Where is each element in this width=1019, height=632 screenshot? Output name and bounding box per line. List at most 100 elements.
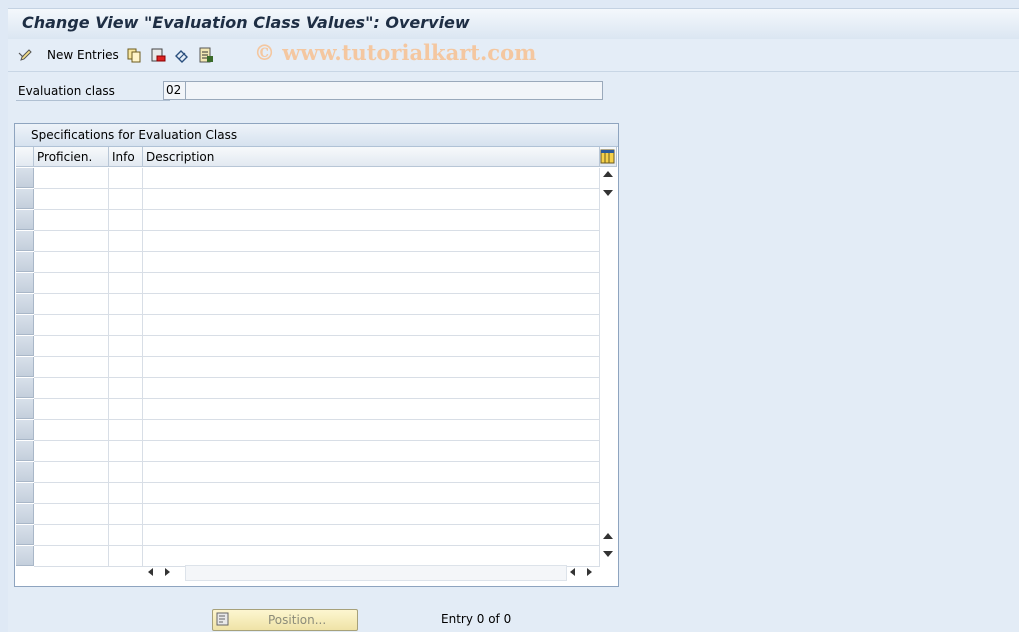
table-group-title: Specifications for Evaluation Class: [31, 128, 238, 142]
table-cell: [143, 168, 600, 189]
specifications-table-group: Specifications for Evaluation Class Prof…: [14, 123, 619, 587]
column-header-info[interactable]: Info: [109, 147, 143, 167]
scroll-down-icon[interactable]: [603, 190, 613, 196]
row-selector[interactable]: [16, 441, 34, 461]
position-icon: [216, 612, 229, 626]
select-all-rows-button[interactable]: [16, 147, 34, 167]
entry-count-status: Entry 0 of 0: [441, 612, 512, 626]
evaluation-class-label: Evaluation class: [18, 84, 115, 98]
row-selector[interactable]: [16, 315, 34, 335]
table-cell: [143, 462, 600, 483]
row-selector[interactable]: [16, 252, 34, 272]
row-selector[interactable]: [16, 294, 34, 314]
scroll-right-end-icon[interactable]: [587, 568, 592, 576]
table-cell: [34, 294, 109, 315]
table-cell: [143, 357, 600, 378]
undo-icon[interactable]: [174, 47, 190, 63]
table-cell: [109, 252, 143, 273]
row-selector[interactable]: [16, 546, 34, 566]
table-cell: [109, 420, 143, 441]
table-cell: [34, 546, 109, 567]
watermark: © www.tutorialkart.com: [254, 40, 537, 65]
row-selector[interactable]: [16, 336, 34, 356]
row-selector[interactable]: [16, 525, 34, 545]
table-cell: [34, 189, 109, 210]
vertical-scrollbar[interactable]: [600, 168, 616, 563]
table-cell: [143, 399, 600, 420]
scroll-right-icon[interactable]: [165, 568, 170, 576]
table-cell: [143, 525, 600, 546]
table-cell: [109, 504, 143, 525]
table-cell: [34, 504, 109, 525]
title-bar: Change View "Evaluation Class Values": O…: [8, 8, 1019, 40]
table-cell: [143, 189, 600, 210]
scroll-left-icon[interactable]: [148, 568, 153, 576]
row-selector[interactable]: [16, 462, 34, 482]
row-selector[interactable]: [16, 189, 34, 209]
table-cell: [143, 504, 600, 525]
label-underline: [16, 100, 170, 101]
table-cell: [34, 441, 109, 462]
table-cell: [34, 399, 109, 420]
delete-icon[interactable]: [150, 47, 166, 63]
select-all-icon[interactable]: [198, 47, 214, 63]
row-selector[interactable]: [16, 378, 34, 398]
table-cell: [143, 336, 600, 357]
table-cell: [109, 441, 143, 462]
main-content: Evaluation class 02 Specifications for E…: [8, 72, 1019, 632]
page-title: Change View "Evaluation Class Values": O…: [22, 13, 470, 32]
page-down-icon[interactable]: [603, 551, 613, 557]
table-cell: [34, 336, 109, 357]
table-cell: [143, 252, 600, 273]
new-entries-button[interactable]: New Entries: [47, 48, 119, 62]
table-cell: [109, 462, 143, 483]
evaluation-class-field[interactable]: 02: [163, 81, 186, 100]
table-cell: [143, 210, 600, 231]
position-button[interactable]: Position...: [212, 609, 358, 631]
table-cell: [109, 483, 143, 504]
row-selector[interactable]: [16, 231, 34, 251]
row-selector[interactable]: [16, 210, 34, 230]
copy-icon[interactable]: [126, 47, 142, 63]
table-cell: [143, 483, 600, 504]
table-cell: [109, 378, 143, 399]
row-selector[interactable]: [16, 273, 34, 293]
table-cell: [109, 525, 143, 546]
row-selector[interactable]: [16, 399, 34, 419]
table-cell: [109, 357, 143, 378]
table-cell: [109, 273, 143, 294]
table-cell: [109, 399, 143, 420]
column-header-description[interactable]: Description: [143, 147, 600, 167]
row-selector[interactable]: [16, 504, 34, 524]
row-selector[interactable]: [16, 168, 34, 188]
table-cell: [34, 525, 109, 546]
table-group-header: Specifications for Evaluation Class: [15, 124, 618, 147]
table-cell: [109, 546, 143, 567]
horizontal-scrollbar[interactable]: [145, 564, 595, 582]
page-up-icon[interactable]: [603, 533, 613, 539]
table-cell: [143, 441, 600, 462]
table-cell: [109, 315, 143, 336]
table-cell: [34, 357, 109, 378]
table-cell: [34, 210, 109, 231]
scroll-up-icon[interactable]: [603, 171, 613, 177]
table-cell: [143, 315, 600, 336]
edit-pencil-icon[interactable]: [18, 47, 34, 63]
row-selector[interactable]: [16, 420, 34, 440]
table-cell: [143, 420, 600, 441]
table-cell: [109, 294, 143, 315]
scroll-left-end-icon[interactable]: [570, 568, 575, 576]
table-settings-icon[interactable]: [600, 149, 615, 164]
column-header-proficiency[interactable]: Proficien.: [34, 147, 109, 167]
position-button-label: Position...: [268, 613, 327, 627]
table-cell: [143, 273, 600, 294]
horizontal-scroll-track[interactable]: [185, 565, 567, 581]
row-selector[interactable]: [16, 357, 34, 377]
row-selector[interactable]: [16, 483, 34, 503]
application-toolbar: New Entries © www.tutorialkart.com: [8, 39, 1019, 72]
table-cell: [143, 231, 600, 252]
table-cell: [109, 189, 143, 210]
table-cell: [34, 231, 109, 252]
table-cell: [34, 462, 109, 483]
table-cell: [34, 378, 109, 399]
